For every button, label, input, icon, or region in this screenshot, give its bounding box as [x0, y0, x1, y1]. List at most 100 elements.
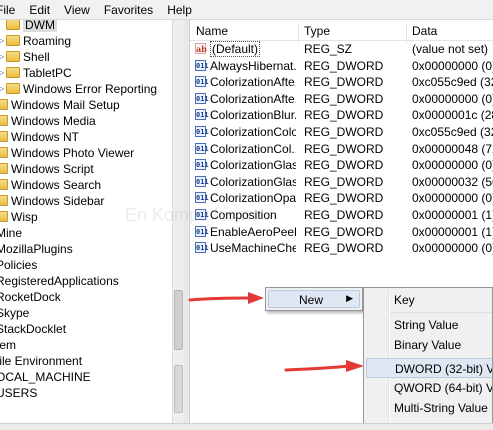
tree-item[interactable]: tem	[0, 337, 16, 353]
tree-item-label: Skype	[0, 306, 30, 320]
menu-favorites[interactable]: Favorites	[104, 3, 153, 17]
menu-bar: File Edit View Favorites Help	[0, 0, 493, 20]
tree-item[interactable]: Windows NT	[0, 129, 79, 145]
submenu-item-label: Multi-String Value	[394, 401, 488, 415]
tree-item-label: Windows Photo Viewer	[11, 146, 135, 160]
value-row[interactable]: 011 ColorizationBlur... REG_DWORD 0x0000001…	[190, 107, 493, 123]
tree-item[interactable]: Wisp	[0, 209, 38, 225]
value-type: REG_DWORD	[304, 158, 384, 173]
value-row[interactable]: 011 ColorizationAfte... REG_DWORD 0x0000000…	[190, 91, 493, 107]
tree-item-label: StackDocklet	[0, 322, 67, 336]
submenu-item[interactable]: Binary Value	[366, 335, 492, 355]
new-submenu: Key String Value Binary Value DWORD (32-bit…	[363, 287, 493, 429]
column-header-data[interactable]: Data	[412, 24, 437, 38]
value-row[interactable]: 011UseMachineChe... REG_DWORD 0x00000000 (…	[190, 240, 493, 256]
red-arrow-dword	[284, 360, 364, 372]
submenu-item[interactable]: String Value	[366, 315, 492, 335]
menu-view[interactable]: View	[64, 3, 90, 17]
tree-item[interactable]: ▷ Roaming	[0, 33, 71, 49]
tree-item[interactable]: Windows Script	[0, 161, 94, 177]
tree-item[interactable]: Windows Media	[0, 113, 96, 129]
binary-value-icon: 011	[195, 142, 209, 154]
tree-item-label: tile Environment	[0, 354, 83, 368]
value-row[interactable]: 011ColorizationGlas... REG_DWORD 0x0000003…	[190, 174, 493, 190]
value-data: 0x00000000 (0)	[412, 58, 493, 73]
tree-item[interactable]: Policies	[0, 257, 37, 273]
tree-item-label: Windows Mail Setup	[11, 98, 120, 112]
menu-file[interactable]: File	[0, 3, 15, 17]
submenu-item-label: QWORD (64-bit) Valu	[394, 381, 493, 395]
tree-item[interactable]: Windows Sidebar	[0, 193, 104, 209]
tree-scrollbar-track-segment	[174, 365, 183, 413]
folder-icon	[0, 179, 8, 190]
watermark-text: En Kompu kis m	[125, 205, 257, 225]
tree-item[interactable]: ▷ Windows Error Reporting	[0, 81, 157, 97]
value-data: 0x00000000 (0)	[412, 158, 493, 173]
value-row[interactable]: 011 ColorizationAfte... REG_DWORD 0xc055c9e…	[190, 74, 493, 90]
folder-icon	[0, 147, 8, 158]
value-data: 0x0000001c (28)	[412, 108, 493, 123]
tree-item-label: Windows Media	[11, 114, 96, 128]
tree-item[interactable]: tile Environment	[0, 353, 82, 369]
tree-item[interactable]: RocketDock	[0, 289, 61, 305]
value-data: 0x00000000 (0)	[412, 241, 493, 256]
value-name-text: ColorizationAfte...	[210, 75, 296, 90]
submenu-item[interactable]: QWORD (64-bit) Valu	[366, 378, 493, 398]
submenu-item[interactable]: Key	[366, 290, 492, 310]
tree-item-label: MozillaPlugins	[0, 242, 73, 256]
tree-item-label: OCAL_MACHINE	[0, 370, 91, 384]
tree-item[interactable]: ▷ TabletPC	[0, 65, 72, 81]
tree-item[interactable]: Mine	[0, 225, 22, 241]
tree-item[interactable]: Windows Photo Viewer	[0, 145, 134, 161]
value-data: 0x00000001 (1)	[412, 208, 493, 222]
tree-item-label: Mine	[0, 226, 23, 240]
list-header: Name Type Data	[190, 20, 493, 44]
tree-item[interactable]: OCAL_MACHINE	[0, 369, 91, 385]
value-name: AlwaysHibernat...	[210, 58, 296, 74]
menu-help[interactable]: Help	[167, 3, 192, 17]
value-name-text: EnableAeroPeek	[210, 224, 296, 239]
tree-item[interactable]: RegisteredApplications	[0, 273, 119, 289]
tree-item[interactable]: Windows Mail Setup	[0, 97, 120, 113]
submenu-item-label: DWORD (32-bit) Valu	[395, 362, 493, 376]
tree-item[interactable]: MozillaPlugins	[0, 241, 73, 257]
binary-value-icon: 011	[195, 159, 209, 171]
value-row[interactable]: 011 ColorizationCol... REG_DWORD 0x00000048…	[190, 141, 493, 157]
tree-item-label: TabletPC	[23, 66, 72, 80]
binary-value-icon: 011	[195, 175, 209, 187]
value-name-text: ColorizationColor	[210, 125, 296, 139]
tree-item[interactable]: ▷ Shell	[0, 49, 50, 65]
value-row[interactable]: 011 AlwaysHibernat... REG_DWORD 0x00000000 …	[190, 58, 493, 74]
column-header-type[interactable]: Type	[304, 24, 330, 38]
context-menu-new[interactable]: New ▶	[268, 290, 360, 308]
red-arrow-new	[188, 292, 264, 304]
tree-item[interactable]: StackDocklet	[0, 321, 66, 337]
value-name-text: ColorizationGlas...	[210, 158, 296, 173]
value-row[interactable]: 011 ColorizationColor REG_DWORD 0xc055c9ed …	[190, 124, 493, 140]
submenu-item[interactable]: DWORD (32-bit) Valu	[366, 358, 493, 378]
value-name-text: AlwaysHibernat...	[210, 58, 296, 73]
value-type: REG_DWORD	[304, 108, 384, 123]
value-row[interactable]: 011ColorizationOpa... REG_DWORD 0x00000000…	[190, 190, 493, 206]
value-row[interactable]: 011ColorizationGlas... REG_DWORD 0x0000000…	[190, 157, 493, 173]
column-header-name[interactable]: Name	[196, 24, 228, 38]
tree-item[interactable]: USERS	[0, 385, 37, 401]
tree-item-label: Wisp	[11, 210, 38, 224]
value-name-text: ColorizationGlas...	[210, 174, 296, 189]
menu-edit[interactable]: Edit	[29, 3, 50, 17]
value-data: 0x00000001 (1)	[412, 224, 493, 239]
tree-item[interactable]: Windows Search	[0, 177, 101, 193]
string-value-icon: ab	[195, 43, 207, 54]
submenu-item[interactable]: Multi-String Value	[366, 398, 492, 418]
tree-item-label: Windows Search	[11, 178, 102, 192]
value-data: 0xc055c9ed (3226	[412, 125, 493, 139]
tree-item-label: Roaming	[23, 34, 72, 48]
value-row[interactable]: ab (Default) REG_SZ (value not set)	[190, 41, 493, 57]
tree-item[interactable]: DWM	[0, 20, 57, 33]
tree-scrollbar-thumb[interactable]	[174, 290, 183, 350]
tree-item[interactable]: Skype	[0, 305, 29, 321]
value-type: REG_DWORD	[304, 174, 384, 189]
tree-item-label: RegisteredApplications	[0, 274, 119, 288]
value-data: 0x00000000 (0)	[412, 191, 493, 206]
folder-icon	[0, 195, 8, 206]
